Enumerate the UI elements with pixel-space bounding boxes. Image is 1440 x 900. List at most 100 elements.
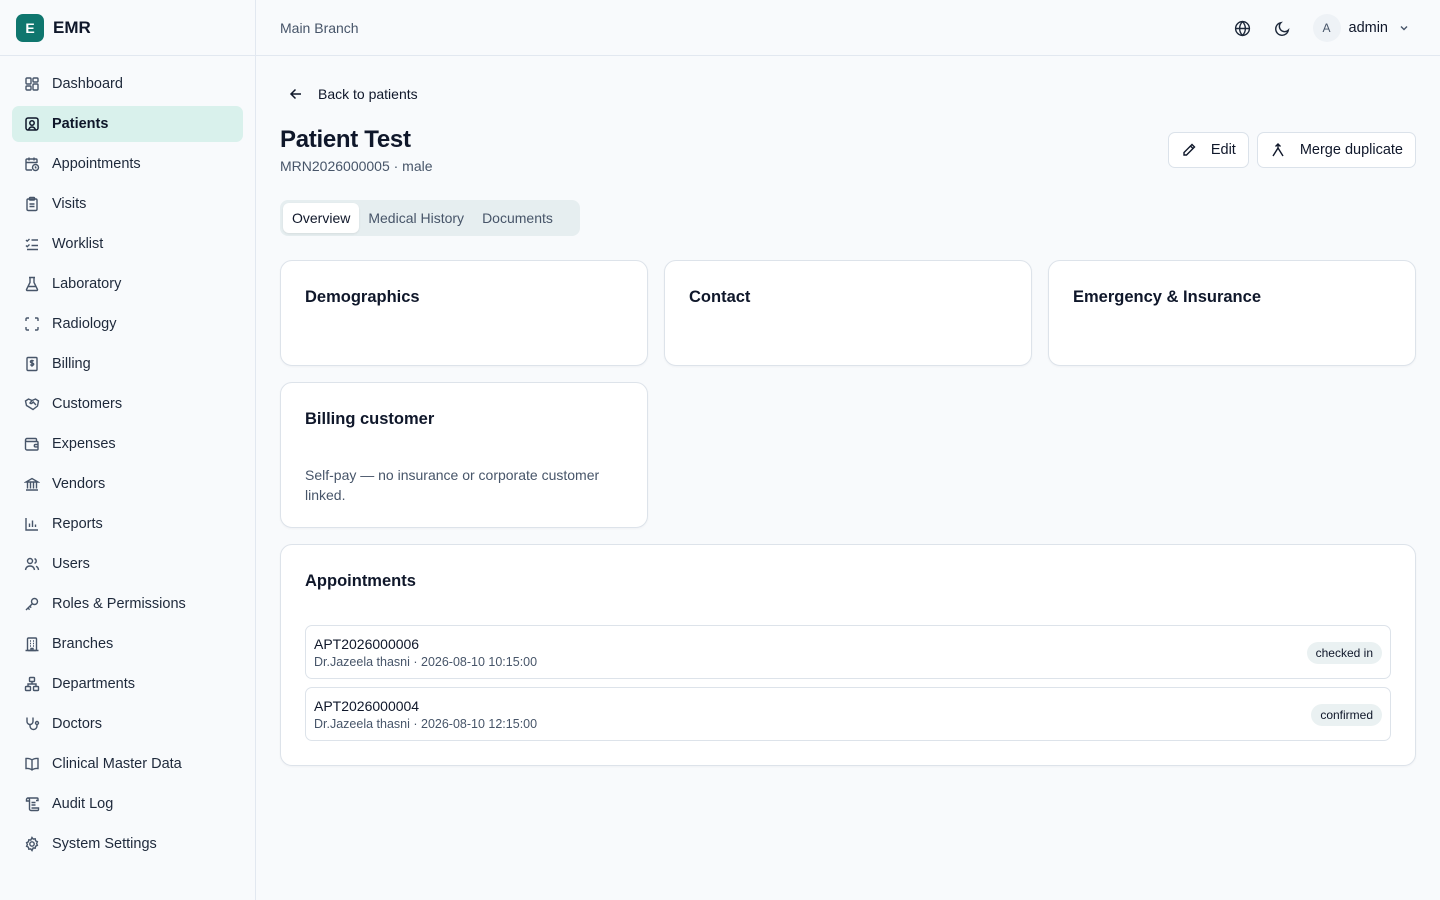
- top-actions: A admin: [1219, 0, 1411, 56]
- user-menu[interactable]: A admin: [1312, 14, 1411, 42]
- sidebar-item-radiology[interactable]: Radiology: [12, 306, 243, 342]
- sidebar-item-label: Billing: [52, 356, 91, 372]
- sidebar-item-label: Doctors: [52, 716, 102, 732]
- checklist-icon: [24, 236, 40, 252]
- branch-name: Main Branch: [280, 19, 359, 36]
- sidebar-item-label: Dashboard: [52, 76, 123, 92]
- bar-chart-icon: [24, 516, 40, 532]
- merge-duplicate-button[interactable]: Merge duplicate: [1256, 132, 1416, 168]
- sidebar-item-label: Vendors: [52, 476, 106, 492]
- appointment-row[interactable]: APT2026000004 Dr.Jazeela thasni · 2026-0…: [305, 687, 1391, 741]
- edit-label: Edit: [1210, 142, 1236, 158]
- sidebar-item-billing[interactable]: Billing: [12, 346, 243, 382]
- emergency-insurance-card: Emergency & Insurance: [1048, 260, 1416, 366]
- book-icon: [24, 756, 40, 772]
- sidebar-item-label: Expenses: [52, 436, 116, 452]
- clipboard-icon: [24, 196, 40, 212]
- status-badge: confirmed: [1311, 704, 1382, 726]
- page-title: Patient Test: [280, 126, 411, 153]
- sidebar-item-audit-log[interactable]: Audit Log: [12, 786, 243, 822]
- handshake-icon: [24, 396, 40, 412]
- brand[interactable]: E EMR: [0, 0, 255, 56]
- dark-mode-moon-icon[interactable]: [1267, 12, 1299, 44]
- sidebar-item-users[interactable]: Users: [12, 546, 243, 582]
- appointment-row[interactable]: APT2026000006 Dr.Jazeela thasni · 2026-0…: [305, 625, 1391, 679]
- sidebar-item-branches[interactable]: Branches: [12, 626, 243, 662]
- sidebar-item-system-settings[interactable]: System Settings: [12, 826, 243, 862]
- bank-icon: [24, 476, 40, 492]
- sidebar-item-doctors[interactable]: Doctors: [12, 706, 243, 742]
- card-title: Demographics: [305, 288, 420, 306]
- network-icon: [24, 676, 40, 692]
- sidebar-item-worklist[interactable]: Worklist: [12, 226, 243, 262]
- sidebar-item-laboratory[interactable]: Laboratory: [12, 266, 243, 302]
- billing-description: Self-pay — no insurance or corporate cus…: [305, 467, 600, 503]
- sidebar-item-label: Clinical Master Data: [52, 756, 182, 772]
- header-actions: Edit Merge duplicate: [1167, 132, 1416, 168]
- sidebar-item-clinical-master-data[interactable]: Clinical Master Data: [12, 746, 243, 782]
- sidebar-item-label: Laboratory: [52, 276, 122, 292]
- sidebar-item-reports[interactable]: Reports: [12, 506, 243, 542]
- scan-icon: [24, 316, 40, 332]
- sidebar-item-roles-permissions[interactable]: Roles & Permissions: [12, 586, 243, 622]
- sidebar-item-label: Audit Log: [52, 796, 114, 812]
- billing-customer-card: Billing customer Self-pay — no insurance…: [280, 382, 648, 528]
- merge-icon: [1270, 142, 1286, 158]
- user-name: admin: [1348, 20, 1389, 36]
- sidebar-item-label: Worklist: [52, 236, 104, 252]
- appointment-id: APT2026000004: [314, 698, 420, 714]
- sidebar-item-vendors[interactable]: Vendors: [12, 466, 243, 502]
- tab-overview[interactable]: Overview: [283, 203, 360, 233]
- top-bar: Main Branch A admin: [256, 0, 1440, 56]
- sidebar-item-label: Reports: [52, 516, 103, 532]
- sidebar-item-appointments[interactable]: Appointments: [12, 146, 243, 182]
- sidebar-item-label: Patients: [52, 116, 109, 132]
- card-title: Billing customer: [305, 410, 435, 428]
- pencil-icon: [1181, 142, 1197, 158]
- gear-icon: [24, 836, 40, 852]
- sidebar-item-label: Visits: [52, 196, 87, 212]
- sidebar-item-visits[interactable]: Visits: [12, 186, 243, 222]
- sidebar-item-label: Customers: [52, 396, 123, 412]
- card-title: Emergency & Insurance: [1073, 288, 1261, 306]
- receipt-icon: [24, 356, 40, 372]
- sidebar-item-label: Appointments: [52, 156, 141, 172]
- back-to-patients-link[interactable]: Back to patients: [288, 86, 418, 102]
- sidebar-nav: Dashboard Patients Appointments Visits W…: [12, 66, 243, 866]
- card-title: Contact: [689, 288, 751, 306]
- sidebar-item-label: System Settings: [52, 836, 157, 852]
- chevron-down-icon: [1398, 22, 1410, 34]
- stethoscope-icon: [24, 716, 40, 732]
- sidebar-item-departments[interactable]: Departments: [12, 666, 243, 702]
- users-icon: [24, 556, 40, 572]
- key-icon: [24, 596, 40, 612]
- language-globe-icon[interactable]: [1227, 12, 1259, 44]
- appointment-id: APT2026000006: [314, 636, 420, 652]
- appointment-meta: Dr.Jazeela thasni · 2026-08-10 12:15:00: [314, 717, 538, 731]
- sidebar-item-label: Users: [52, 556, 90, 572]
- dashboard-icon: [24, 76, 40, 92]
- sidebar-item-dashboard[interactable]: Dashboard: [12, 66, 243, 102]
- demographics-card: Demographics: [280, 260, 648, 366]
- card-title: Appointments: [305, 572, 416, 590]
- appointment-meta: Dr.Jazeela thasni · 2026-08-10 10:15:00: [314, 655, 538, 669]
- status-badge: checked in: [1306, 642, 1382, 664]
- sidebar-item-label: Radiology: [52, 316, 117, 332]
- sidebar-item-label: Roles & Permissions: [52, 596, 186, 612]
- sidebar-item-label: Branches: [52, 636, 114, 652]
- sidebar-item-patients[interactable]: Patients: [12, 106, 243, 142]
- brand-logo: E: [16, 13, 44, 42]
- appointments-card: Appointments APT2026000006 Dr.Jazeela th…: [280, 544, 1416, 766]
- merge-label: Merge duplicate: [1299, 142, 1403, 158]
- flask-icon: [24, 276, 40, 292]
- tab-documents[interactable]: Documents: [473, 203, 562, 233]
- tab-medical-history[interactable]: Medical History: [359, 203, 473, 233]
- patient-tabs: Overview Medical History Documents: [280, 200, 580, 236]
- patients-icon: [24, 116, 40, 132]
- sidebar-item-customers[interactable]: Customers: [12, 386, 243, 422]
- brand-name: EMR: [53, 17, 91, 37]
- edit-button[interactable]: Edit: [1167, 132, 1249, 168]
- patient-subtitle: MRN2026000005 · male: [280, 158, 433, 174]
- sidebar-item-expenses[interactable]: Expenses: [12, 426, 243, 462]
- sidebar-item-label: Departments: [52, 676, 136, 692]
